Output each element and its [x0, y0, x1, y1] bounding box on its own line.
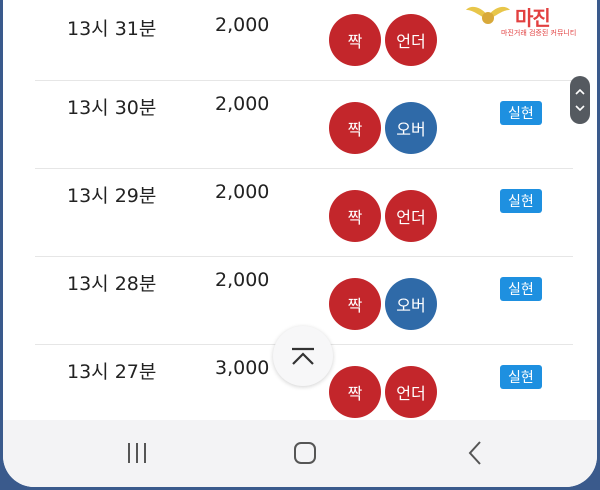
chevron-up-icon — [575, 88, 585, 95]
row-time: 13시 27분 — [67, 361, 157, 383]
result-ball-odd-even: 짝 — [329, 102, 381, 154]
row-time: 13시 30분 — [67, 97, 157, 119]
home-button[interactable] — [285, 438, 325, 468]
row-amount: 2,000 — [215, 181, 270, 203]
phone-frame: 13시 31분 2,000 짝 언더 13시 30분 2,000 짝 오버 실현… — [0, 0, 600, 490]
result-ball-odd-even: 짝 — [329, 190, 381, 242]
chevron-up-icon — [292, 347, 314, 365]
app-screen: 13시 31분 2,000 짝 언더 13시 30분 2,000 짝 오버 실현… — [3, 0, 597, 420]
result-row: 13시 29분 2,000 짝 언더 실현 — [35, 168, 573, 257]
result-ball-over-under: 언더 — [385, 190, 437, 242]
result-ball-over-under: 언더 — [385, 14, 437, 66]
recents-icon — [128, 443, 146, 463]
home-icon — [294, 442, 316, 464]
row-amount: 2,000 — [215, 269, 270, 291]
recents-button[interactable] — [117, 438, 157, 468]
result-ball-over-under: 오버 — [385, 102, 437, 154]
result-row: 13시 30분 2,000 짝 오버 실현 — [35, 80, 573, 169]
watermark-title: 마진 — [515, 6, 551, 30]
status-badge: 실현 — [500, 277, 542, 301]
back-to-top-button[interactable] — [273, 326, 333, 386]
row-time: 13시 28분 — [67, 273, 157, 295]
row-amount: 3,000 — [215, 357, 270, 379]
scroll-handle[interactable] — [570, 76, 590, 124]
status-badge: 실현 — [500, 365, 542, 389]
status-badge: 실현 — [500, 101, 542, 125]
result-ball-odd-even: 짝 — [329, 14, 381, 66]
row-amount: 2,000 — [215, 93, 270, 115]
back-icon — [468, 441, 481, 465]
watermark-subtitle: 마진거래 검증된 커뮤니티 — [501, 29, 577, 37]
navigation-bar — [3, 420, 597, 487]
row-amount: 2,000 — [215, 14, 270, 36]
chevron-down-icon — [575, 105, 585, 112]
back-button[interactable] — [455, 438, 495, 468]
result-ball-odd-even: 짝 — [329, 366, 381, 418]
result-ball-odd-even: 짝 — [329, 278, 381, 330]
watermark-logo: 마진 마진거래 검증된 커뮤니티 — [465, 2, 595, 42]
row-time: 13시 29분 — [67, 185, 157, 207]
result-ball-over-under: 오버 — [385, 278, 437, 330]
status-badge: 실현 — [500, 189, 542, 213]
result-ball-over-under: 언더 — [385, 366, 437, 418]
row-time: 13시 31분 — [67, 18, 157, 40]
